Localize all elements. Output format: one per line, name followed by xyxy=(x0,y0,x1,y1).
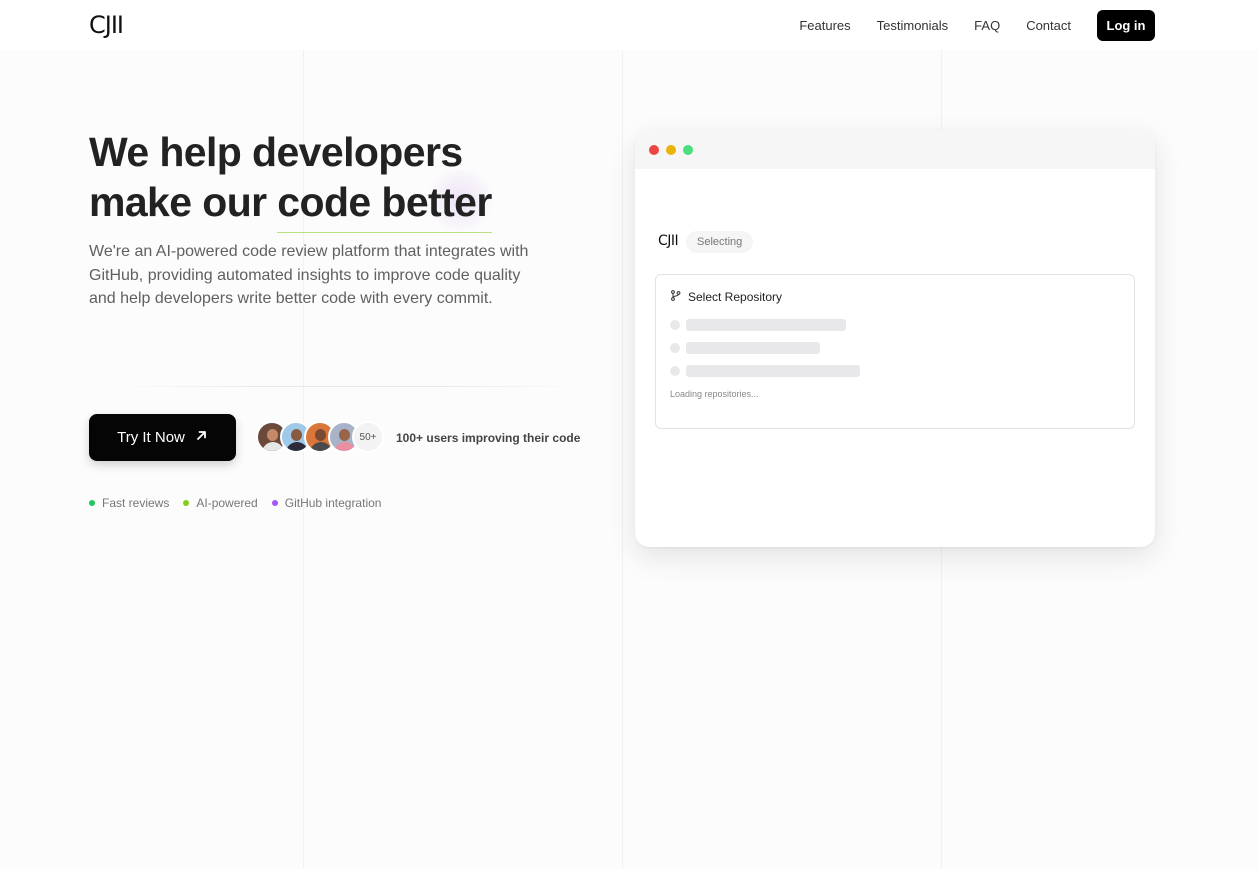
repo-card-title: Select Repository xyxy=(688,290,783,304)
try-it-now-button[interactable]: Try It Now xyxy=(89,414,236,461)
section-divider xyxy=(115,386,585,387)
skeleton-row xyxy=(670,319,846,331)
avatar-count-badge: 50+ xyxy=(352,421,384,453)
hero-title-highlight: code better xyxy=(277,177,492,233)
status-badge: Selecting xyxy=(686,231,754,253)
grid-line xyxy=(622,50,623,869)
close-dot-icon xyxy=(649,144,659,155)
page: CJII Features Testimonials FAQ Contact L… xyxy=(0,0,1258,869)
skeleton-row xyxy=(670,342,820,354)
feature-tags: Fast reviews AI-powered GitHub integrati… xyxy=(89,496,395,510)
app-logo: CJII xyxy=(658,233,679,249)
tag-ai-powered: AI-powered xyxy=(183,496,258,510)
tag-label: GitHub integration xyxy=(284,496,382,510)
hero-title: We help developers make our code better xyxy=(89,127,529,233)
site-header: CJII Features Testimonials FAQ Contact L… xyxy=(0,0,1258,50)
status-dot xyxy=(271,500,278,506)
hero-title-highlight-text: code better xyxy=(277,179,492,225)
arrow-up-right-icon xyxy=(195,429,208,446)
status-dot xyxy=(89,500,95,506)
skeleton-row xyxy=(670,365,860,377)
users-count-text: 100+ users improving their code xyxy=(396,431,581,445)
nav-link-contact[interactable]: Contact xyxy=(1026,18,1071,33)
nav-link-features[interactable]: Features xyxy=(799,18,850,33)
cta-label: Try It Now xyxy=(117,429,185,446)
status-dot xyxy=(183,500,190,506)
window-titlebar xyxy=(635,130,1155,169)
nav-link-faq[interactable]: FAQ xyxy=(974,18,1000,33)
tag-github-integration: GitHub integration xyxy=(271,496,382,510)
nav-link-testimonials[interactable]: Testimonials xyxy=(877,18,949,33)
login-button[interactable]: Log in xyxy=(1097,9,1155,41)
minimize-dot-icon xyxy=(666,144,676,155)
tag-label: Fast reviews xyxy=(102,496,170,510)
tag-fast-reviews: Fast reviews xyxy=(89,496,169,510)
highlight-underline xyxy=(277,232,492,233)
hero-description: We're an AI-powered code review platform… xyxy=(89,243,529,307)
git-branch-icon xyxy=(670,290,681,304)
tag-label: AI-powered xyxy=(196,496,258,510)
main-nav: Features Testimonials FAQ Contact Log in xyxy=(799,9,1155,41)
repo-card-header: Select Repository xyxy=(670,290,782,304)
loading-text: Loading repositories... xyxy=(670,389,759,399)
app-preview-window: CJII Selecting Select Repository Loading… xyxy=(635,130,1155,547)
user-avatars: 50+ xyxy=(256,421,384,453)
brand-logo[interactable]: CJII xyxy=(89,11,124,39)
maximize-dot-icon xyxy=(683,144,693,155)
select-repository-card[interactable]: Select Repository Loading repositories..… xyxy=(655,274,1135,429)
